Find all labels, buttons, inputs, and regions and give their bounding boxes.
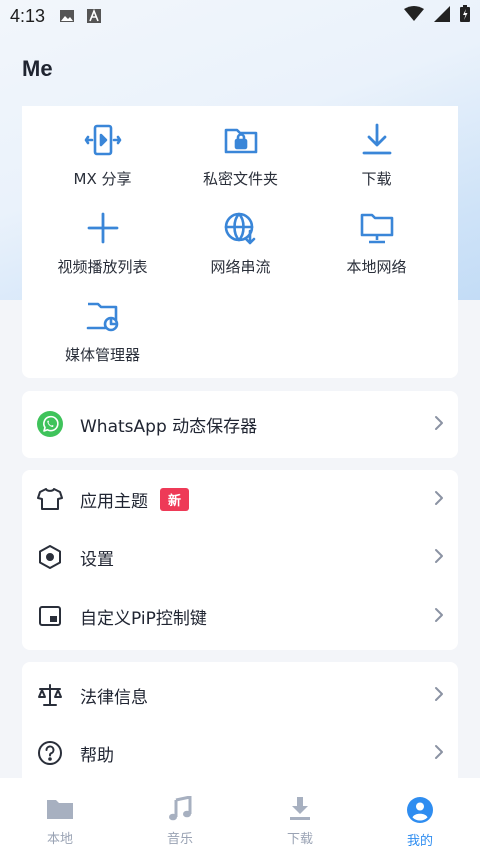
nav-tab-label: 下载: [286, 832, 313, 847]
scales-icon: [36, 681, 64, 709]
pip-icon: [36, 602, 64, 630]
nav-tab-label: 音乐: [166, 832, 193, 847]
folder-icon: [45, 796, 75, 826]
chevron-right-icon: [434, 490, 444, 510]
settings-group-card: 应用主题 新 设置 自定义PiP控制键: [22, 470, 458, 650]
grid-item-download[interactable]: 下载: [304, 120, 449, 200]
font-notification-icon: [87, 9, 102, 23]
settings-label: 设置: [80, 549, 114, 570]
nav-tab-download[interactable]: 下载: [240, 778, 360, 853]
media-manager-icon: [83, 296, 123, 336]
grid-item-label: 视频播放列表: [57, 258, 148, 276]
download-icon: [357, 120, 397, 160]
grid-item-label: 网络串流: [210, 258, 271, 276]
settings-hexagon-icon: [36, 543, 64, 571]
app-theme-row[interactable]: 应用主题 新: [22, 470, 458, 528]
chevron-right-icon: [434, 744, 444, 764]
signal-icon: [434, 5, 450, 27]
help-icon: [36, 739, 64, 767]
chevron-right-icon: [434, 548, 444, 568]
wifi-icon: [404, 5, 424, 27]
grid-item-network-stream[interactable]: 网络串流: [168, 208, 313, 288]
grid-item-video-playlist[interactable]: 视频播放列表: [30, 208, 175, 288]
grid-item-label: MX 分享: [73, 170, 132, 188]
status-time: 4:13: [10, 5, 46, 26]
help-label: 帮助: [80, 745, 114, 766]
page-title: Me: [22, 56, 53, 81]
whatsapp-status-saver-row[interactable]: WhatsApp 动态保存器: [22, 395, 458, 453]
nav-tab-label: 本地: [46, 832, 73, 847]
grid-item-label: 私密文件夹: [202, 170, 278, 188]
mx-share-icon: [83, 120, 123, 160]
gallery-notification-icon: [59, 8, 75, 24]
music-note-icon: [165, 795, 195, 826]
grid-item-media-manager[interactable]: 媒体管理器: [30, 296, 175, 376]
grid-item-private-folder[interactable]: 私密文件夹: [168, 120, 313, 200]
whatsapp-card: WhatsApp 动态保存器: [22, 391, 458, 458]
help-row[interactable]: 帮助: [22, 724, 458, 782]
profile-icon: [406, 796, 434, 828]
local-network-icon: [357, 208, 397, 248]
nav-tab-music[interactable]: 音乐: [120, 778, 240, 853]
tshirt-icon: [36, 485, 64, 513]
chevron-right-icon: [434, 607, 444, 627]
download-icon: [285, 796, 315, 826]
app-theme-label: 应用主题: [80, 491, 148, 512]
new-badge: 新: [160, 487, 190, 511]
nav-tab-label: 我的: [406, 834, 433, 849]
chevron-right-icon: [434, 415, 444, 435]
custom-pip-controls-row[interactable]: 自定义PiP控制键: [22, 587, 458, 645]
nav-tab-local[interactable]: 本地: [0, 778, 120, 853]
whatsapp-icon: [36, 410, 64, 438]
chevron-right-icon: [434, 686, 444, 706]
private-folder-icon: [221, 120, 261, 160]
settings-row[interactable]: 设置: [22, 528, 458, 586]
battery-icon: [460, 5, 470, 27]
whatsapp-status-saver-label: WhatsApp 动态保存器: [80, 416, 258, 437]
status-bar: 4:13: [0, 0, 480, 32]
bottom-navigation: 本地 音乐 下载 我的: [0, 778, 480, 853]
network-stream-icon: [221, 208, 261, 248]
plus-icon: [83, 208, 123, 248]
legal-info-row[interactable]: 法律信息: [22, 666, 458, 724]
info-group-card: 法律信息 帮助: [22, 662, 458, 792]
grid-item-label: 下载: [361, 170, 392, 188]
grid-item-local-network[interactable]: 本地网络: [304, 208, 449, 288]
grid-item-label: 媒体管理器: [64, 346, 140, 364]
grid-item-label: 本地网络: [346, 258, 407, 276]
legal-info-label: 法律信息: [80, 687, 148, 708]
grid-item-mx-share[interactable]: MX 分享: [30, 120, 175, 200]
custom-pip-controls-label: 自定义PiP控制键: [80, 608, 207, 629]
tools-grid-card: MX 分享 私密文件夹 下载 视频播放列表 网络串流 本地网络 媒体管理器: [22, 106, 458, 378]
nav-tab-me[interactable]: 我的: [360, 778, 480, 853]
